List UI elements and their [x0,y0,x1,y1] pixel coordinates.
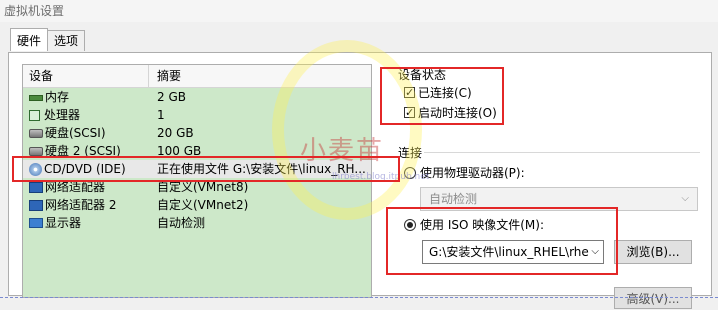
device-summary: 正在使用文件 G:\安装文件\linux_RH... [157,162,366,176]
device-name: CD/DVD (IDE) [44,162,126,176]
column-device[interactable]: 设备 [23,65,149,87]
connect-on-power-on-checkbox[interactable]: ✓ [404,107,415,118]
device-summary: 100 GB [157,144,202,158]
device-row-harddisk-2[interactable]: 硬盘 2 (SCSI) 100 GB [23,142,371,160]
device-name: 显示器 [45,216,82,230]
physical-drive-select[interactable]: 自动检测 ⌵ [420,187,698,211]
device-summary: 自定义(VMnet8) [157,180,249,194]
column-summary[interactable]: 摘要 [149,65,371,87]
iso-radio-row[interactable]: 使用 ISO 映像文件(M): [404,216,544,233]
tab-options[interactable]: 选项 [47,30,86,51]
device-summary: 20 GB [157,126,194,140]
chevron-down-icon: ⌵ [681,193,689,204]
device-summary: 1 [157,108,165,122]
cd-dvd-icon [29,162,42,176]
device-row-display[interactable]: 显示器 自动检测 [23,214,371,232]
tab-bar: 硬件 选项 [10,28,86,52]
chevron-down-icon: ⌵ [589,241,599,263]
connected-label: 已连接(C) [418,86,472,100]
display-icon [29,218,43,228]
device-name: 网络适配器 [45,180,106,194]
physical-drive-radio-row[interactable]: 使用物理驱动器(P): [404,164,525,181]
device-row-harddisk[interactable]: 硬盘(SCSI) 20 GB [23,124,371,142]
device-name: 硬盘(SCSI) [45,126,106,140]
processor-icon [29,109,40,121]
device-name: 内存 [45,90,70,104]
iso-label: 使用 ISO 映像文件(M): [420,218,544,232]
connection-title: 连接 [398,146,423,160]
device-row-network-adapter-2[interactable]: 网络适配器 2 自定义(VMnet2) [23,196,371,214]
connection-divider [424,152,700,153]
browse-button[interactable]: 浏览(B)... [614,240,692,264]
iso-path-value: G:\安装文件\linux_RHEL\rhe [429,245,589,259]
physical-drive-value: 自动检测 [429,192,478,206]
device-row-network-adapter[interactable]: 网络适配器 自定义(VMnet8) [23,178,371,196]
device-summary: 自定义(VMnet2) [157,198,249,212]
harddisk-icon [29,146,43,156]
advanced-button[interactable]: 高级(V)... [614,287,692,309]
device-name: 处理器 [44,108,81,122]
memory-icon [29,94,43,101]
harddisk-icon [29,128,43,138]
device-row-cd-dvd[interactable]: CD/DVD (IDE) 正在使用文件 G:\安装文件\linux_RH... [23,160,371,178]
device-name: 网络适配器 2 [45,198,117,212]
network-adapter-icon [29,199,43,211]
device-status-title: 设备状态 [398,68,447,82]
connect-on-power-on-label: 启动时连接(O) [418,106,497,120]
device-list[interactable]: 设备 摘要 内存 2 GB 处理器 1 硬盘(SCSI) 20 GB 硬盘 2 … [22,64,372,298]
connected-checkbox[interactable]: ✓ [404,87,415,98]
connected-checkbox-row[interactable]: ✓ 已连接(C) [404,84,472,101]
device-row-processor[interactable]: 处理器 1 [23,106,371,124]
device-summary: 自动检测 [157,216,206,230]
connect-on-power-on-row[interactable]: ✓ 启动时连接(O) [404,104,497,121]
device-row-memory[interactable]: 内存 2 GB [23,88,371,106]
tab-hardware[interactable]: 硬件 [10,28,49,51]
physical-drive-label: 使用物理驱动器(P): [420,166,525,180]
device-summary: 2 GB [157,90,186,104]
iso-radio[interactable] [404,218,416,231]
device-name: 硬盘 2 (SCSI) [45,144,121,158]
physical-drive-radio[interactable] [404,166,416,179]
network-adapter-icon [29,181,43,193]
window-title: 虚拟机设置 [0,0,718,22]
bottom-divider [0,297,718,298]
device-list-header: 设备 摘要 [23,65,371,88]
iso-path-combo[interactable]: G:\安装文件\linux_RHEL\rhe ⌵ [422,240,604,264]
